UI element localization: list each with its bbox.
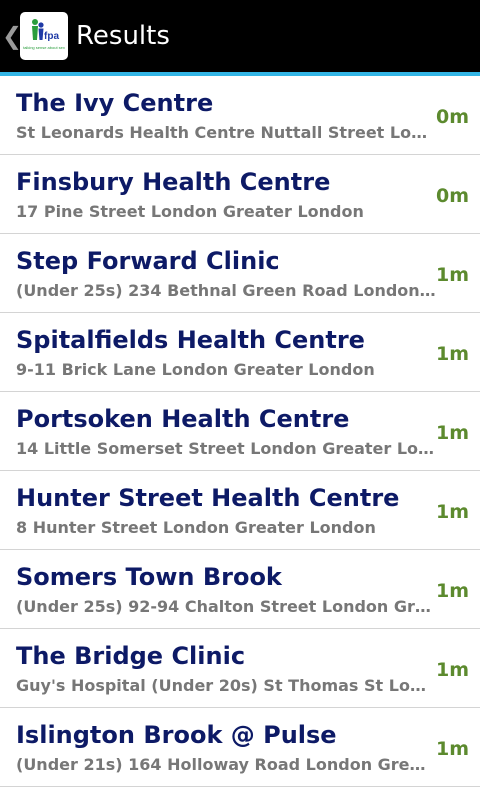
result-name: Portsoken Health Centre <box>16 405 350 433</box>
action-bar: ❮ fpa talking sense about sex Results <box>0 0 480 72</box>
list-item[interactable]: Finsbury Health Centre 17 Pine Street Lon… <box>0 155 480 234</box>
logo-tagline: talking sense about sex <box>23 45 65 50</box>
list-item[interactable]: Spitalfields Health Centre 9-11 Brick Lan… <box>0 313 480 392</box>
list-item[interactable]: Portsoken Health Centre 14 Little Somerse… <box>0 392 480 471</box>
result-address: 8 Hunter Street London Greater London <box>16 518 376 537</box>
result-address: Guy's Hospital (Under 20s) St Thomas St … <box>16 676 436 695</box>
result-distance: 1m <box>435 343 469 365</box>
result-address: 14 Little Somerset Street London Greater… <box>16 439 436 458</box>
result-name: Islington Brook @ Pulse <box>16 721 337 749</box>
list-item[interactable]: Hunter Street Health Centre 8 Hunter Stre… <box>0 471 480 550</box>
result-address: St Leonards Health Centre Nuttall Street… <box>16 123 436 142</box>
page-title: Results <box>76 21 170 51</box>
result-address: 9-11 Brick Lane London Greater London <box>16 360 375 379</box>
result-address: (Under 21s) 164 Holloway Road London Gre… <box>16 755 436 774</box>
result-address: 17 Pine Street London Greater London <box>16 202 364 221</box>
result-name: Spitalfields Health Centre <box>16 326 365 354</box>
result-distance: 1m <box>435 501 469 523</box>
result-distance: 0m <box>435 106 469 128</box>
result-distance: 1m <box>435 422 469 444</box>
list-item[interactable]: The Bridge Clinic Guy's Hospital (Under 2… <box>0 629 480 708</box>
result-name: Finsbury Health Centre <box>16 168 331 196</box>
list-item[interactable]: Step Forward Clinic (Under 25s) 234 Bethn… <box>0 234 480 313</box>
result-name: Hunter Street Health Centre <box>16 484 400 512</box>
result-distance: 0m <box>435 185 469 207</box>
list-item[interactable]: Islington Brook @ Pulse (Under 21s) 164 H… <box>0 708 480 787</box>
result-distance: 1m <box>435 738 469 760</box>
result-name: The Bridge Clinic <box>16 642 246 670</box>
result-distance: 1m <box>435 580 469 602</box>
list-item[interactable]: Somers Town Brook (Under 25s) 92-94 Chalt… <box>0 550 480 629</box>
fpa-logo-icon[interactable]: fpa talking sense about sex <box>20 12 68 60</box>
results-list[interactable]: The Ivy Centre St Leonards Health Centre … <box>0 76 480 787</box>
result-distance: 1m <box>435 659 469 681</box>
result-name: The Ivy Centre <box>16 89 214 117</box>
result-distance: 1m <box>435 264 469 286</box>
list-item[interactable]: The Ivy Centre St Leonards Health Centre … <box>0 76 480 155</box>
logo-text: fpa <box>44 31 59 42</box>
result-name: Step Forward Clinic <box>16 247 280 275</box>
up-navigation-icon[interactable]: ❮ <box>2 0 22 72</box>
result-address: (Under 25s) 92-94 Chalton Street London … <box>16 597 436 616</box>
result-name: Somers Town Brook <box>16 563 282 591</box>
result-address: (Under 25s) 234 Bethnal Green Road Londo… <box>16 281 436 300</box>
